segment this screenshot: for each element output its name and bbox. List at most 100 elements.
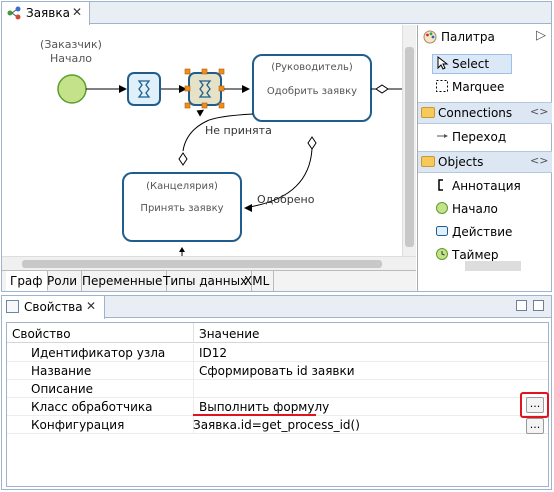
tab-xml[interactable]: XML — [240, 271, 275, 291]
table-row[interactable]: Конфигурация Заявка.id=get_process_id() — [7, 416, 548, 434]
palette-panel: Палитра ▷ Select Marquee Connections <> … — [417, 25, 552, 291]
column-header-property[interactable]: Свойство — [12, 327, 71, 341]
minimize-icon[interactable] — [516, 300, 527, 311]
palette-item-label: Аннотация — [452, 179, 521, 193]
rejected-label: Не принята — [205, 124, 272, 137]
arrow-icon — [437, 134, 448, 138]
column-divider — [193, 323, 194, 343]
properties-tabbar: Свойства ✕ — [2, 296, 551, 319]
arrowhead — [196, 109, 205, 117]
tab-data-types[interactable]: Типы данных — [159, 271, 253, 291]
palette-tool-label: Select — [452, 57, 490, 71]
canvas-horizontal-scrollbar[interactable] — [2, 256, 416, 270]
tab-variables[interactable]: Переменные — [78, 271, 168, 291]
script-task-2-selected[interactable] — [188, 72, 222, 106]
scrollbar-thumb[interactable] — [22, 260, 382, 268]
table-row[interactable]: Название Сформировать id заявки — [7, 362, 548, 380]
palette-header[interactable]: Палитра ▷ — [420, 28, 550, 48]
folder-icon — [421, 156, 435, 167]
decision-diamond — [307, 136, 317, 150]
properties-tab-label: Свойства — [24, 300, 83, 314]
scrollbar-thumb[interactable] — [405, 47, 414, 247]
properties-icon — [6, 300, 19, 313]
palette-section-connections[interactable]: Connections <> — [418, 102, 552, 124]
maximize-icon[interactable] — [533, 300, 544, 311]
marquee-icon — [436, 80, 448, 92]
palette-item-annotation[interactable]: Аннотация — [418, 175, 552, 197]
column-divider — [193, 362, 194, 380]
section-title: Connections — [438, 106, 513, 120]
arrowhead — [242, 85, 250, 93]
tab-graph[interactable]: Граф — [6, 271, 48, 291]
palette-item-label: Таймер — [452, 248, 499, 262]
editor-view: Заявка ✕ (Заказчик) Начало (Руководитель… — [1, 1, 552, 292]
properties-table: Свойство Значение Идентификатор узла ID1… — [6, 322, 549, 487]
palette-item-start[interactable]: Начало — [418, 198, 552, 220]
table-row[interactable]: Описание — [7, 380, 548, 398]
table-header: Свойство Значение — [7, 323, 548, 343]
arrowhead — [179, 247, 185, 252]
close-icon[interactable]: ✕ — [72, 5, 82, 19]
start-label-text: Начало — [50, 52, 92, 65]
timer-icon — [436, 248, 448, 260]
property-value[interactable]: Сформировать id заявки — [199, 364, 355, 378]
editor-tab-label: Заявка — [26, 6, 70, 20]
arrowhead — [119, 85, 127, 93]
palette-title: Палитра — [441, 30, 495, 44]
decision-diamond — [375, 84, 389, 94]
palette-item-transition[interactable]: Переход — [418, 126, 552, 148]
palette-collapse-icon[interactable]: ▷ — [536, 28, 546, 43]
property-name: Описание — [31, 382, 94, 396]
properties-view: Свойства ✕ Свойство Значение Идентификат… — [1, 295, 552, 490]
column-divider — [193, 380, 194, 398]
palette-icon — [423, 30, 437, 44]
palette-section-objects[interactable]: Objects <> — [418, 151, 552, 173]
collapse-arrows-icon[interactable]: <> — [530, 154, 548, 167]
property-value[interactable]: Заявка.id=get_process_id() — [193, 418, 360, 432]
cursor-icon — [437, 56, 449, 70]
property-value[interactable]: ID12 — [199, 346, 227, 360]
editor-tabbar: Заявка ✕ — [2, 2, 551, 25]
decision-diamond — [178, 152, 188, 166]
property-name: Идентификатор узла — [31, 346, 166, 360]
tab-roles[interactable]: Роли — [43, 271, 83, 291]
property-name: Класс обработчика — [31, 400, 153, 414]
palette-scroll-indicator[interactable] — [465, 261, 521, 271]
property-value[interactable]: Выполнить формулу — [199, 400, 329, 414]
column-divider — [193, 344, 194, 362]
property-name: Конфигурация — [31, 418, 125, 432]
tab-properties[interactable]: Свойства ✕ — [2, 296, 105, 319]
palette-tool-marquee[interactable]: Marquee — [418, 76, 552, 98]
editor-page-tabs: Граф Роли Переменные Типы данных XML — [2, 270, 416, 291]
table-row[interactable]: Идентификатор узла ID12 — [7, 344, 548, 362]
palette-item-label: Переход — [452, 130, 507, 144]
office-role-text: (Канцелярия) — [146, 181, 218, 192]
palette-tool-label: Marquee — [452, 80, 505, 94]
palette-item-label: Действие — [452, 225, 513, 239]
edit-handler-class-button[interactable]: ... — [526, 397, 544, 413]
property-name: Название — [31, 364, 92, 378]
palette-item-label: Начало — [452, 202, 498, 216]
canvas-vertical-scrollbar[interactable] — [402, 25, 416, 256]
manager-task-text: Одобрить заявку — [267, 86, 357, 97]
arrowhead — [244, 204, 252, 212]
close-icon[interactable]: ✕ — [86, 299, 96, 313]
manager-role-text: (Руководитель) — [271, 62, 353, 73]
action-icon — [436, 226, 448, 236]
palette-tool-select[interactable]: Select — [418, 53, 552, 75]
folder-icon — [421, 107, 435, 118]
start-role-text: (Заказчик) — [40, 38, 102, 51]
collapse-arrows-icon[interactable]: <> — [530, 105, 548, 118]
highlight-underline — [193, 414, 316, 416]
process-diagram-icon — [7, 6, 21, 20]
start-event-icon — [436, 202, 448, 214]
start-event[interactable] — [57, 74, 87, 104]
script-task-1[interactable] — [127, 72, 161, 106]
editor-tab-zayavka[interactable]: Заявка ✕ — [2, 2, 90, 25]
palette-item-action[interactable]: Действие — [418, 221, 552, 243]
office-task-text: Принять заявку — [140, 203, 223, 214]
column-header-value[interactable]: Значение — [199, 327, 259, 341]
diagram-canvas[interactable]: (Заказчик) Начало (Руководитель) Одобрит… — [2, 25, 402, 256]
edit-configuration-button[interactable]: ... — [526, 418, 544, 434]
approved-label: Одобрено — [257, 193, 315, 206]
